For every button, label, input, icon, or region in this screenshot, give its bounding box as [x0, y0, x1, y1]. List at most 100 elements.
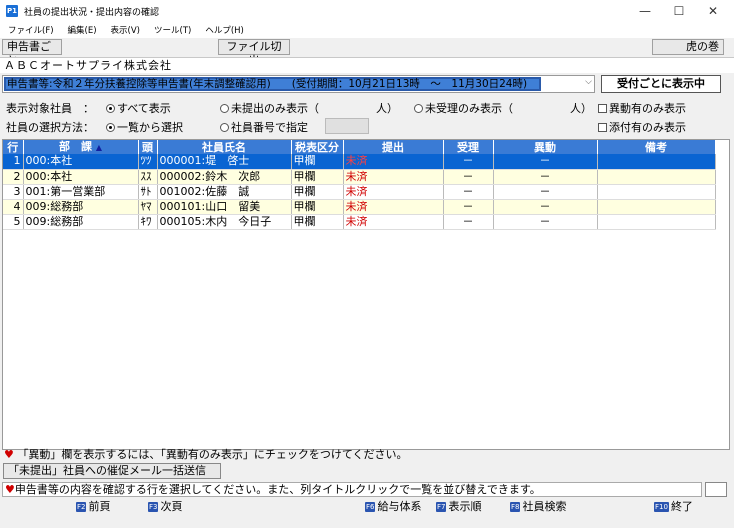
fkey-badge-icon: F2 — [76, 502, 87, 512]
cell-row-no: 1 — [3, 154, 24, 170]
cell-tax: 甲欄 — [291, 214, 344, 230]
col-header-kana[interactable]: 頭 — [138, 140, 158, 154]
filter-row-method: 社員の選択方法： 一覧から選択 社員番号で指定 添付有のみ表示 — [0, 117, 734, 135]
cell-submit: 未済 — [343, 169, 444, 185]
col-header-accept[interactable]: 受理 — [443, 140, 494, 154]
radio-off-icon[interactable] — [220, 104, 229, 113]
col-header-change[interactable]: 異動 — [493, 140, 598, 154]
checkbox-attachments[interactable]: 添付有のみ表示 — [598, 119, 686, 135]
radio-unsubmitted-label: 未提出のみ表示（ — [231, 102, 319, 115]
cell-note — [597, 184, 716, 200]
fkey-badge-icon: F8 — [510, 502, 521, 512]
cell-change: － — [493, 199, 598, 215]
cell-dept: 009:総務部 — [23, 214, 139, 230]
table-row[interactable]: 5 009:総務部 ｷﾜ 000105:木内 今日子 甲欄 未済 － － — [3, 214, 716, 230]
col-header-note[interactable]: 備考 — [597, 140, 716, 154]
fkey-pay-system[interactable]: F6 給与体系 — [365, 500, 421, 514]
radio-show-all[interactable]: すべて表示 — [106, 100, 171, 116]
status-text: 申告書等の内容を確認する行を選択してください。また、列タイトルクリックで一覧を並… — [14, 483, 541, 496]
app-icon: P1 — [6, 5, 18, 17]
maximize-button[interactable]: ☐ — [662, 0, 696, 22]
fkey-label: 次頁 — [160, 500, 183, 513]
cell-submit: 未済 — [343, 214, 444, 230]
radio-on-icon[interactable] — [106, 104, 115, 113]
cell-dept: 001:第一営業部 — [23, 184, 139, 200]
cell-note — [597, 199, 716, 215]
cell-kana: ﾂﾂ — [138, 154, 158, 170]
document-select[interactable]: 申告書等:令和２年分扶養控除等申告書(年末調整確認用) (受付期間：10月21日… — [2, 75, 595, 93]
radio-from-list[interactable]: 一覧から選択 — [106, 119, 183, 135]
radio-on-icon[interactable] — [106, 123, 115, 132]
col-header-row[interactable]: 行 — [3, 140, 24, 154]
radio-by-number-label: 社員番号で指定 — [231, 121, 308, 134]
chevron-down-icon[interactable]: ⌵ — [585, 77, 592, 87]
fkey-badge-icon: F10 — [654, 502, 669, 512]
table-row[interactable]: 1 000:本社 ﾂﾂ 000001:堤 啓士 甲欄 未済 － － — [3, 154, 716, 170]
cell-tax: 甲欄 — [291, 199, 344, 215]
cell-change: － — [493, 169, 598, 185]
minimize-button[interactable]: — — [628, 0, 662, 22]
table-row[interactable]: 3 001:第一営業部 ｻﾄ 001002:佐藤 誠 甲欄 未済 － － — [3, 184, 716, 200]
fkey-label: 給与体系 — [377, 500, 422, 513]
fkey-display-order[interactable]: F7 表示順 — [436, 500, 481, 514]
cell-tax: 甲欄 — [291, 184, 344, 200]
cell-name: 000105:木内 今日子 — [157, 214, 292, 230]
col-header-submit[interactable]: 提出 — [343, 140, 444, 154]
fkey-exit[interactable]: F10 終了 — [654, 500, 693, 514]
cell-name: 001002:佐藤 誠 — [157, 184, 292, 200]
show-by-receipt-button[interactable]: 受付ごとに表示中 — [601, 75, 721, 93]
radio-unsubmitted[interactable]: 未提出のみ表示（ — [220, 100, 319, 116]
sort-asc-icon: ▲ — [95, 143, 102, 152]
fkey-next-page[interactable]: F3 次頁 — [148, 500, 182, 514]
by-document-button[interactable]: 申告書ごと — [2, 39, 62, 67]
company-name: ＡＢＣオートサプライ株式会社 — [0, 57, 734, 73]
cell-kana: ｽｽ — [138, 169, 158, 185]
checkbox-icon[interactable] — [598, 123, 607, 132]
close-button[interactable]: ✕ — [696, 0, 730, 22]
cell-tax: 甲欄 — [291, 169, 344, 185]
menu-edit[interactable]: 編集(E) — [68, 24, 97, 36]
col-header-name[interactable]: 社員氏名 — [157, 140, 292, 154]
fkey-label: 表示順 — [448, 500, 482, 513]
checkbox-changes[interactable]: 異動有のみ表示 — [598, 100, 686, 116]
cell-submit: 未済 — [343, 199, 444, 215]
change-column-notice: ♥ 「異動」欄を表示するには、「異動有のみ表示」にチェックをつけてください。 — [4, 446, 408, 462]
col-header-tax[interactable]: 税表区分 — [291, 140, 344, 154]
fkey-label: 終了 — [670, 500, 693, 513]
heart-icon: ♥ — [5, 483, 15, 496]
col-header-dept[interactable]: 部 課 ▲ — [23, 140, 139, 154]
checkbox-icon[interactable] — [598, 104, 607, 113]
radio-off-icon[interactable] — [414, 104, 423, 113]
menu-file[interactable]: ファイル(F) — [8, 24, 54, 36]
radio-by-number[interactable]: 社員番号で指定 — [220, 119, 308, 135]
table-row[interactable]: 2 000:本社 ｽｽ 000002:鈴木 次郎 甲欄 未済 － － — [3, 169, 716, 185]
fkey-prev-page[interactable]: F2 前頁 — [76, 500, 110, 514]
menu-tools[interactable]: ツール(T) — [154, 24, 191, 36]
cell-name: 000002:鈴木 次郎 — [157, 169, 292, 185]
radio-unreceived[interactable]: 未受理のみ表示（ — [414, 100, 513, 116]
menu-view[interactable]: 表示(V) — [111, 24, 140, 36]
fkey-badge-icon: F3 — [148, 502, 159, 512]
radio-off-icon[interactable] — [220, 123, 229, 132]
cell-note — [597, 214, 716, 230]
employee-number-input[interactable] — [325, 118, 369, 134]
send-reminder-mail-button[interactable]: 「未提出」社員への催促メール一括送信 — [3, 463, 221, 479]
unit-label-2: 人） — [570, 102, 592, 115]
cell-accept: － — [443, 199, 494, 215]
fkey-employee-search[interactable]: F8 社員検索 — [510, 500, 566, 514]
method-label: 社員の選択方法： — [6, 121, 94, 134]
status-indicator-box — [705, 482, 727, 497]
document-row: 申告書等:令和２年分扶養控除等申告書(年末調整確認用) (受付期間：10月21日… — [0, 75, 734, 93]
fkey-label: 社員検索 — [522, 500, 567, 513]
menu-help[interactable]: ヘルプ(H) — [205, 24, 244, 36]
fkey-badge-icon: F7 — [436, 502, 447, 512]
cell-name: 000101:山口 留美 — [157, 199, 292, 215]
file-switch-button[interactable]: ファイル切出 — [218, 39, 290, 67]
table-row[interactable]: 4 009:総務部 ﾔﾏ 000101:山口 留美 甲欄 未済 － － — [3, 199, 716, 215]
unit-label-1: 人） — [376, 102, 398, 115]
checkbox-attachments-label: 添付有のみ表示 — [609, 121, 686, 134]
tiger-scroll-button[interactable]: 虎の巻 — [652, 39, 724, 55]
function-key-bar: F2 前頁 F3 次頁 F6 給与体系 F7 表示順 F8 社員検索 F10 終了 — [0, 500, 734, 514]
cell-kana: ｻﾄ — [138, 184, 158, 200]
cell-row-no: 4 — [3, 199, 24, 215]
